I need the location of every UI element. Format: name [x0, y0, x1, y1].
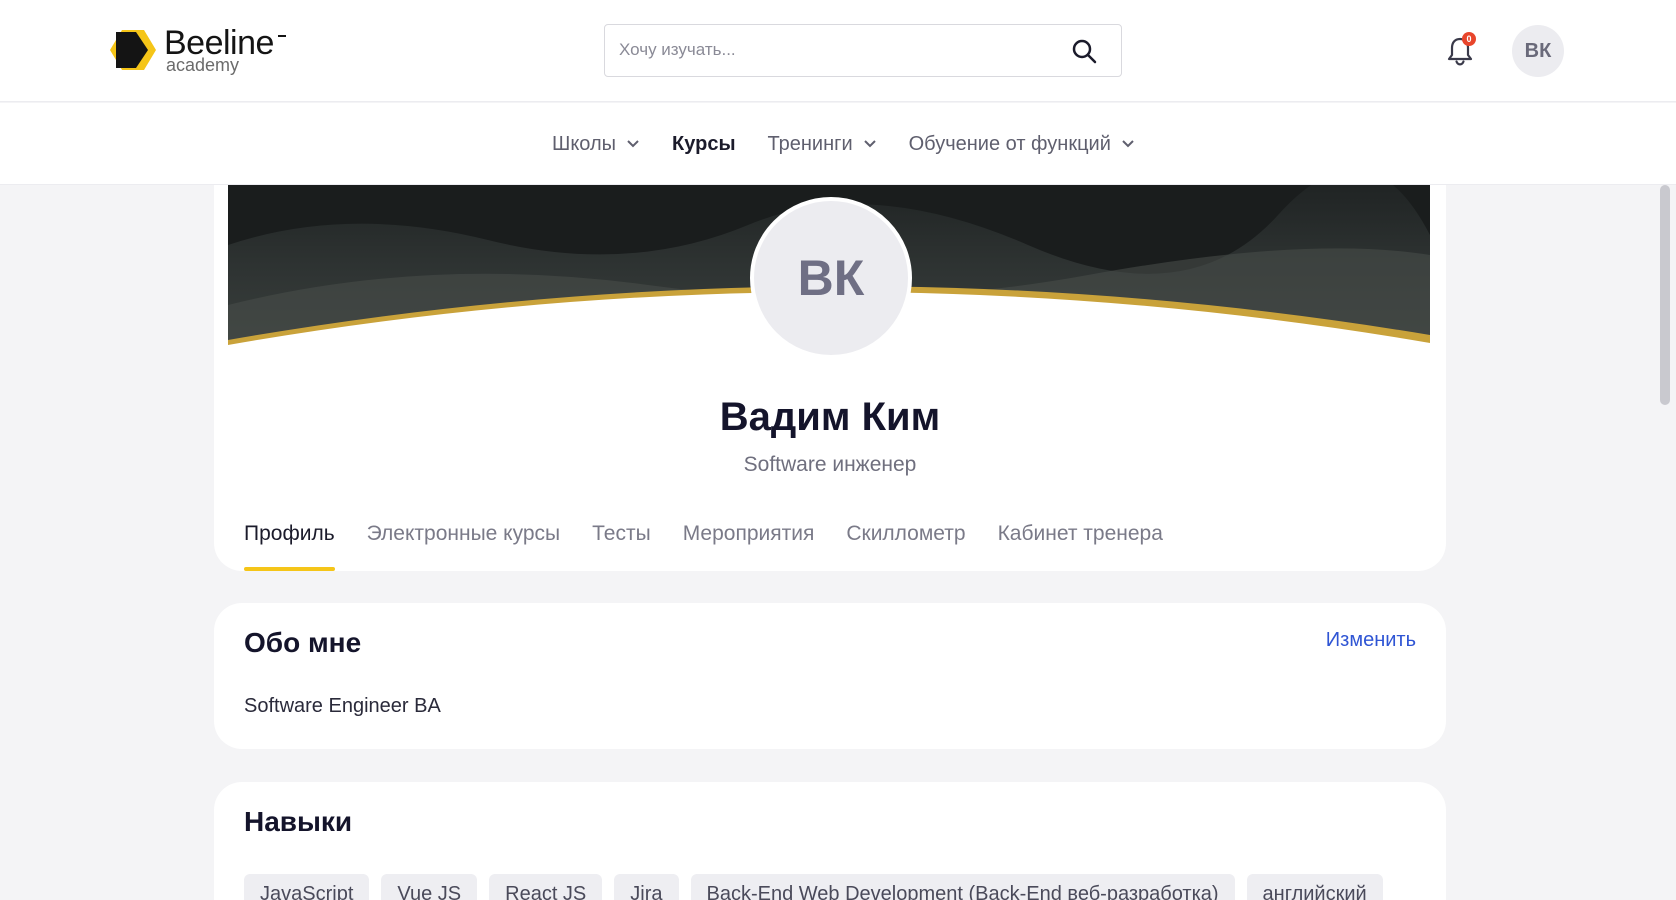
user-avatar[interactable]: ВК: [1512, 25, 1564, 77]
profile-tabs: Профиль Электронные курсы Тесты Мероприя…: [244, 511, 1163, 571]
skill-tag[interactable]: Jira: [614, 874, 679, 900]
skill-tag[interactable]: Back-End Web Development (Back-End веб-р…: [690, 874, 1235, 900]
notifications-button[interactable]: 0: [1446, 32, 1476, 66]
skills-title: Навыки: [244, 806, 353, 837]
top-header: Beeline academy 0 ВК: [0, 0, 1676, 102]
profile-avatar: ВК: [750, 197, 912, 359]
nav-item-courses[interactable]: Курсы: [672, 133, 736, 156]
skill-tag[interactable]: Vue JS: [381, 874, 478, 900]
notification-badge: 0: [1462, 32, 1476, 46]
nav-item-schools[interactable]: Школы: [552, 133, 640, 156]
about-card: Обо мне Изменить Software Engineer BA: [214, 603, 1446, 749]
skills-list: JavaScript Vue JS React JS Jira Back-End…: [244, 874, 1383, 900]
search-icon[interactable]: [1071, 38, 1097, 64]
page-scrollbar[interactable]: [1660, 185, 1670, 405]
nav-item-functional-training[interactable]: Обучение от функций: [909, 133, 1135, 156]
skill-tag[interactable]: английский: [1246, 874, 1383, 900]
profile-name: Вадим Ким: [719, 395, 941, 439]
tab-tests[interactable]: Тесты: [592, 511, 651, 571]
beeline-academy-logo[interactable]: Beeline academy: [108, 24, 286, 76]
skills-card: Навыки JavaScript Vue JS React JS Jira B…: [214, 782, 1446, 900]
chevron-down-icon: [627, 140, 639, 148]
tab-skillometer[interactable]: Скиллометр: [846, 511, 965, 571]
skill-tag[interactable]: JavaScript: [244, 874, 370, 900]
chevron-down-icon: [1122, 140, 1134, 148]
nav-item-trainings[interactable]: Тренинги: [768, 133, 877, 156]
about-text: Software Engineer BA: [244, 695, 441, 717]
search-input[interactable]: [605, 25, 1045, 75]
chevron-down-icon: [863, 140, 876, 148]
beeline-logo-icon: [110, 30, 156, 70]
logo-title: Beeline: [164, 24, 286, 62]
nav-item-label: Школы: [552, 132, 617, 155]
tab-e-courses[interactable]: Электронные курсы: [367, 511, 561, 571]
edit-about-link[interactable]: Изменить: [1326, 629, 1416, 652]
nav-item-label: Тренинги: [767, 132, 853, 155]
main-nav: Школы Курсы Тренинги Обучение от функций: [0, 103, 1676, 185]
profile-card: ВК Вадим Ким Software инженер Профиль Эл…: [214, 185, 1446, 571]
nav-item-label: Обучение от функций: [908, 132, 1111, 155]
skill-tag[interactable]: React JS: [489, 874, 603, 900]
tab-trainer-cabinet[interactable]: Кабинет тренера: [998, 511, 1163, 571]
nav-item-label: Курсы: [672, 132, 736, 155]
search-box: [604, 24, 1122, 77]
profile-role: Software инженер: [743, 453, 917, 476]
about-title: Обо мне: [244, 627, 362, 658]
tab-events[interactable]: Мероприятия: [683, 511, 815, 571]
tab-profile[interactable]: Профиль: [244, 511, 335, 571]
